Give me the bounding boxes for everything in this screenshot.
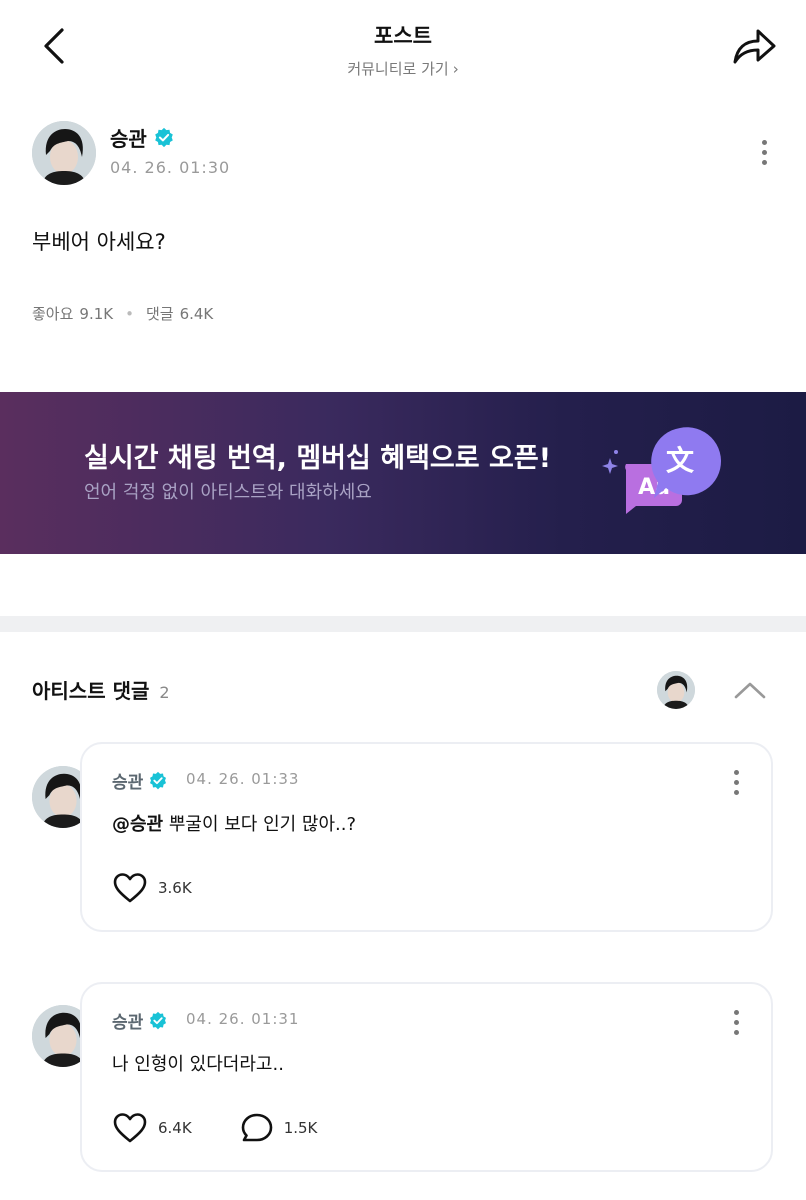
reply-count: 1.5K — [283, 1119, 318, 1137]
post-timestamp: 04. 26. 01:30 — [110, 158, 231, 177]
comment-card: 승관 04. 26. 01:31 나 인형이 있다더라고.. 6.4K 1.5K — [80, 982, 773, 1172]
comment-more-button[interactable] — [724, 762, 748, 802]
comment-actions: 6.4K 1.5K — [112, 1112, 317, 1144]
verified-badge-icon — [150, 771, 167, 789]
separator-dot: • — [125, 304, 134, 323]
avatar[interactable] — [32, 121, 96, 185]
comment-body: 나 인형이 있다더라고.. — [112, 1054, 284, 1075]
comments-label: 댓글 — [145, 305, 174, 323]
svg-text:文: 文 — [666, 444, 694, 477]
comment-author-name: 승관 — [112, 773, 144, 793]
artist-comments-header: 아티스트 댓글 2 — [32, 675, 170, 704]
like-button[interactable]: 3.6K — [112, 872, 192, 904]
comment-author[interactable]: 승관 — [112, 768, 168, 793]
heart-icon — [113, 1113, 147, 1143]
speech-bubble-icon — [241, 1113, 273, 1142]
header: 포스트 커뮤니티로 가기 › — [0, 0, 806, 100]
translate-icon: Aa 文 — [602, 427, 722, 514]
comment-text: @승관 뿌굴이 보다 인기 많아..? — [112, 810, 356, 836]
likes-count: 9.1K — [79, 304, 114, 323]
verified-badge-icon — [150, 1011, 167, 1029]
community-link-label: 커뮤니티로 가기 — [347, 60, 449, 78]
share-button[interactable] — [728, 22, 780, 70]
comment-body: 뿌굴이 보다 인기 많아..? — [163, 814, 357, 835]
more-dot-icon — [733, 769, 739, 775]
collapse-button[interactable] — [726, 670, 774, 710]
artist-avatar-small — [657, 671, 695, 709]
avatar-photo — [32, 121, 96, 185]
comment-text: 나 인형이 있다더라고.. — [112, 1050, 284, 1076]
post-author[interactable]: 승관 — [110, 123, 175, 152]
comment-more-button[interactable] — [724, 1002, 748, 1042]
reply-button[interactable]: 1.5K — [240, 1112, 318, 1144]
comment-actions: 3.6K — [112, 872, 240, 904]
community-link[interactable]: 커뮤니티로 가기 › — [0, 58, 806, 79]
more-dot-icon — [761, 139, 767, 145]
verified-badge-icon — [155, 127, 173, 147]
artist-comments-title: 아티스트 댓글 — [32, 679, 150, 703]
comment-timestamp: 04. 26. 01:33 — [186, 770, 300, 788]
heart-icon — [113, 873, 147, 903]
banner-title: 실시간 채팅 번역, 멤버십 혜택으로 오픈! — [84, 443, 552, 474]
post-author-name: 승관 — [110, 127, 147, 151]
share-arrow-icon — [733, 29, 776, 64]
comment-author-name: 승관 — [112, 1013, 144, 1033]
artist-comments-count: 2 — [159, 683, 170, 702]
comments-count: 6.4K — [179, 304, 214, 323]
page-title: 포스트 — [374, 24, 432, 48]
post-body: 부베어 아세요? — [32, 230, 166, 254]
comment-author[interactable]: 승관 — [112, 1008, 168, 1033]
comment-timestamp: 04. 26. 01:31 — [186, 1010, 300, 1028]
banner-subtitle: 언어 걱정 없이 아티스트와 대화하세요 — [84, 482, 372, 503]
section-divider — [0, 616, 806, 632]
like-count: 6.4K — [158, 1119, 192, 1137]
post-more-button[interactable] — [752, 132, 776, 172]
comment-mention[interactable]: @승관 — [112, 814, 163, 835]
membership-banner[interactable]: 실시간 채팅 번역, 멤버십 혜택으로 오픈! 언어 걱정 없이 아티스트와 대… — [0, 392, 806, 554]
likes-label: 좋아요 — [32, 305, 74, 323]
post-stats: 좋아요 9.1K • 댓글 6.4K — [32, 303, 213, 324]
chevron-up-icon — [734, 682, 766, 699]
more-dot-icon — [733, 1009, 739, 1015]
chevron-right-icon: › — [452, 60, 459, 78]
like-button[interactable]: 6.4K — [112, 1112, 192, 1144]
comment-card: 승관 04. 26. 01:33 @승관 뿌굴이 보다 인기 많아..? 3.6… — [80, 742, 773, 932]
like-count: 3.6K — [158, 879, 192, 897]
